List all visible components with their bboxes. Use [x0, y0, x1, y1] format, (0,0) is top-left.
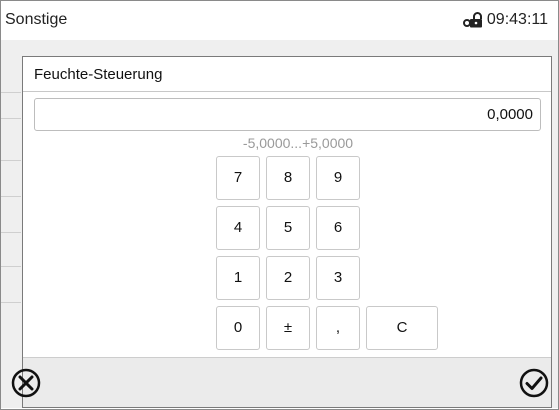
key-9[interactable]: 9	[316, 156, 360, 200]
status-area: 09:43:11	[462, 11, 548, 29]
key-6[interactable]: 6	[316, 206, 360, 250]
background-divider	[1, 232, 21, 233]
key-3[interactable]: 3	[316, 256, 360, 300]
value-input[interactable]: 0,0000	[34, 98, 541, 131]
key-decimal-comma[interactable]: ,	[316, 306, 360, 350]
background-divider	[1, 266, 21, 267]
lock-icon	[462, 12, 483, 28]
title-divider	[23, 91, 551, 92]
clock-time: 09:43:11	[486, 11, 548, 28]
background-divider	[1, 196, 21, 197]
background-divider	[1, 302, 21, 303]
value-range: -5,0000...+5,0000	[242, 135, 354, 151]
header-bar: Sonstige 09:43:11	[1, 1, 558, 40]
key-5[interactable]: 5	[266, 206, 310, 250]
dialog-title: Feuchte-Steuerung	[34, 66, 163, 83]
confirm-button[interactable]	[517, 366, 551, 400]
key-plus-minus[interactable]: ±	[266, 306, 310, 350]
key-4[interactable]: 4	[216, 206, 260, 250]
dialog-footer	[11, 357, 551, 407]
key-8[interactable]: 8	[266, 156, 310, 200]
key-2[interactable]: 2	[266, 256, 310, 300]
numeric-entry-dialog: Feuchte-Steuerung 0,0000 -5,0000...+5,00…	[11, 56, 552, 408]
cancel-circle-icon	[9, 368, 43, 404]
key-0[interactable]: 0	[216, 306, 260, 350]
check-circle-icon	[517, 368, 551, 404]
background-divider	[1, 118, 21, 119]
page-title: Sonstige	[5, 11, 68, 28]
key-7[interactable]: 7	[216, 156, 260, 200]
key-1[interactable]: 1	[216, 256, 260, 300]
background-divider	[1, 92, 21, 93]
background-divider	[1, 160, 21, 161]
key-clear[interactable]: C	[366, 306, 438, 350]
cancel-button[interactable]	[9, 366, 43, 400]
